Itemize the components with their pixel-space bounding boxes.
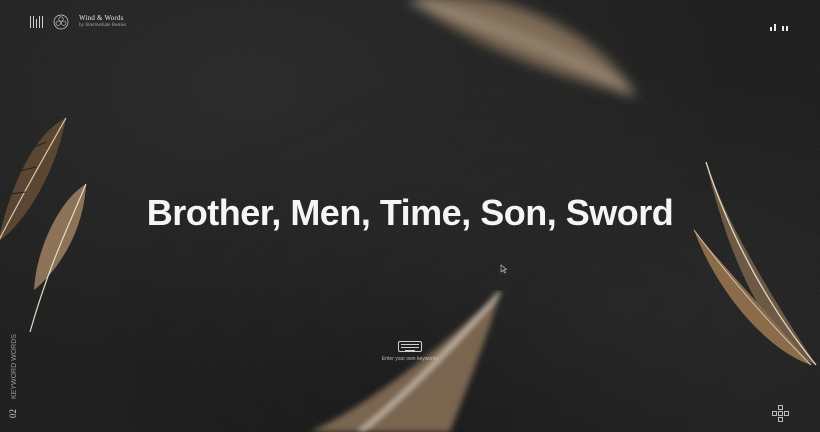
audio-toggle[interactable] [770,24,788,31]
bar [786,26,788,31]
side-label: 02 KEYWORD WORDS [8,334,18,418]
bar [782,26,784,31]
mouse-cursor-icon [500,264,508,274]
sound-bars-icon[interactable] [30,16,43,28]
bar [774,24,776,31]
brand-title: Wind & Words [79,14,124,23]
bar [770,27,772,31]
arrow-keys-icon[interactable] [772,405,790,423]
flower-logo-icon[interactable] [53,14,69,30]
keyboard-icon[interactable] [398,341,422,352]
brand-text[interactable]: Wind & Words by Intermediate Besties [79,15,126,28]
keywords-headline: Brother, Men, Time, Son, Sword [146,192,674,233]
side-label-text: KEYWORD WORDS [11,334,18,399]
enter-keywords-control[interactable]: Enter your own keywords [370,341,450,362]
header-brand: Wind & Words by Intermediate Besties [30,14,126,30]
brand-subtitle: by Intermediate Besties [79,23,127,29]
page-number: 02 [8,409,18,418]
keyboard-hint: Enter your own keywords [381,356,439,362]
